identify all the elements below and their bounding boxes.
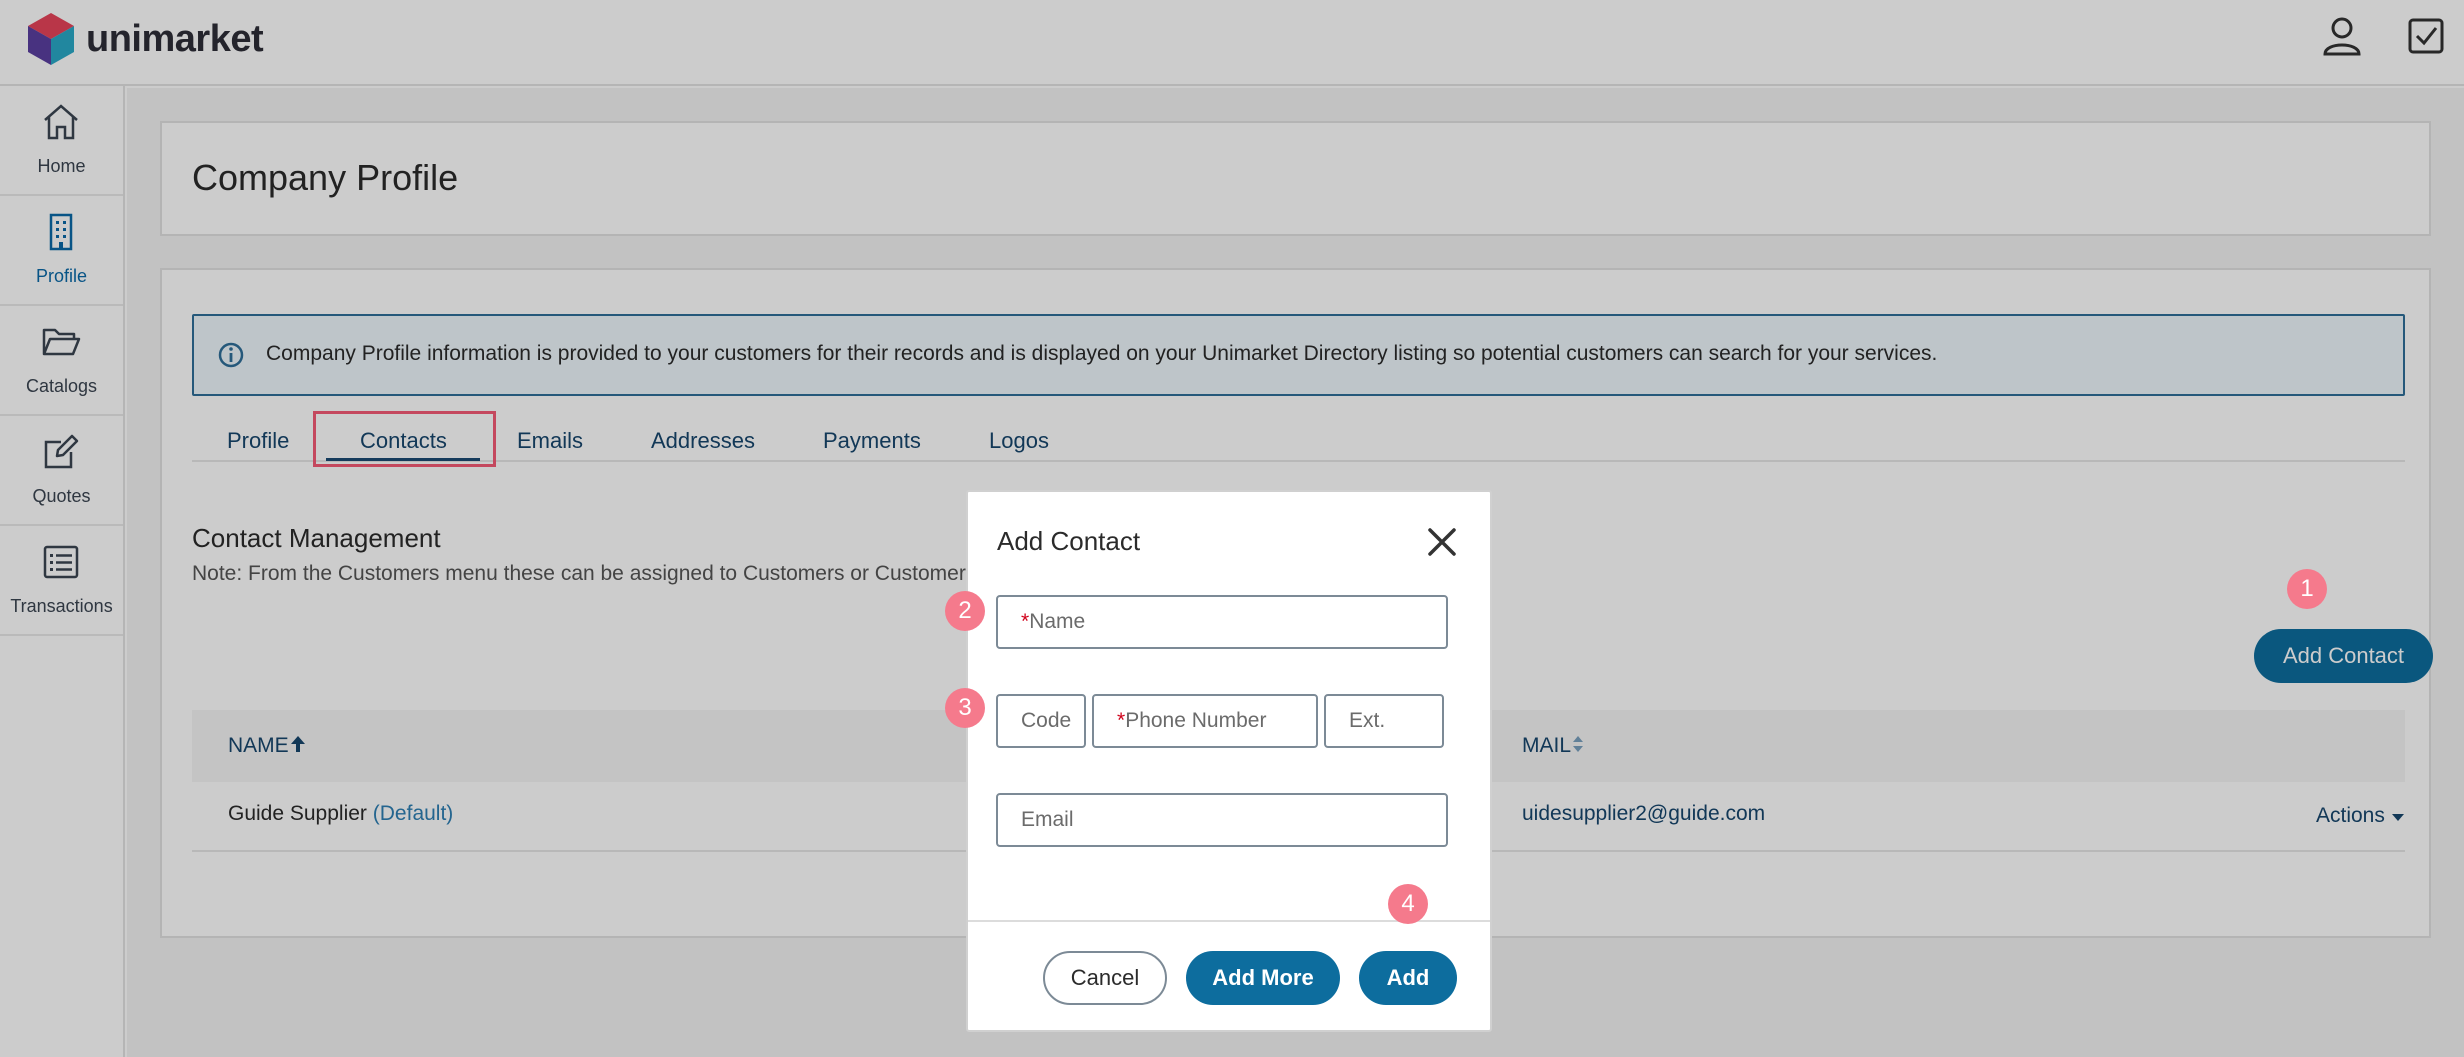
country-code-field[interactable]: Code <box>996 694 1086 748</box>
step-badge-2: 2 <box>945 591 985 631</box>
close-icon[interactable] <box>1424 524 1460 560</box>
step-badge-1: 1 <box>2287 569 2327 609</box>
required-mark: * <box>1021 610 1030 633</box>
phone-placeholder: Phone Number <box>1125 709 1267 732</box>
phone-number-field[interactable]: * Phone Number <box>1092 694 1318 748</box>
ext-placeholder: Ext. <box>1349 709 1386 732</box>
email-placeholder: Email <box>1021 808 1074 831</box>
modal-title: Add Contact <box>997 526 1141 556</box>
add-button[interactable]: Add <box>1359 951 1457 1005</box>
code-placeholder: Code <box>1021 709 1072 732</box>
step-badge-3: 3 <box>945 688 985 728</box>
name-placeholder: Name <box>1029 610 1086 633</box>
required-mark: * <box>1117 709 1126 732</box>
name-field[interactable]: * Name <box>996 595 1448 649</box>
email-field[interactable]: Email <box>996 793 1448 847</box>
extension-field[interactable]: Ext. <box>1324 694 1444 748</box>
add-contact-modal: Add Contact * Name Code * Phone Number Ext… <box>966 490 1492 1032</box>
add-more-button[interactable]: Add More <box>1186 951 1340 1005</box>
cancel-button[interactable]: Cancel <box>1043 951 1167 1005</box>
step-badge-4: 4 <box>1388 884 1428 924</box>
